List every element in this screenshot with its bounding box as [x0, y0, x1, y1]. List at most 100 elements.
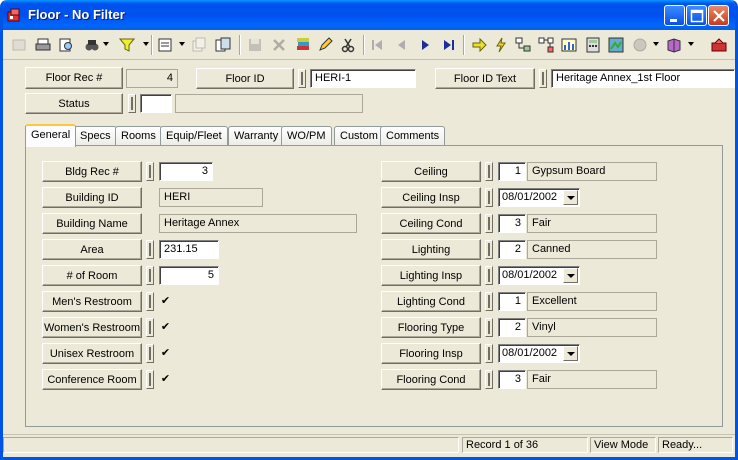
close-button[interactable]	[708, 5, 729, 26]
tab-general[interactable]: General	[25, 124, 77, 147]
field-grip[interactable]	[485, 370, 493, 389]
save-icon[interactable]	[245, 35, 265, 55]
lightning-icon[interactable]	[491, 35, 511, 55]
flooring-insp-button[interactable]: Flooring Insp	[381, 343, 481, 364]
area-button[interactable]: Area	[42, 239, 142, 260]
field-grip[interactable]	[485, 214, 493, 233]
lighting-code-field[interactable]: 2	[498, 240, 526, 259]
unisex-restroom-checkbox[interactable]: ✔	[159, 346, 172, 359]
lighting-cond-button[interactable]: Lighting Cond	[381, 291, 481, 312]
field-grip[interactable]	[539, 69, 547, 88]
lighting-button[interactable]: Lighting	[381, 239, 481, 260]
field-grip[interactable]	[298, 69, 306, 88]
area-field[interactable]: 231.15	[159, 240, 219, 259]
floor-id-text-field[interactable]: Heritage Annex_1st Floor	[551, 69, 735, 88]
tab-equip-fleet[interactable]: Equip/Fleet	[160, 126, 228, 146]
print-icon[interactable]	[33, 35, 53, 55]
floor-id-field[interactable]: HERI-1	[310, 69, 416, 88]
rooms-field[interactable]: 5	[159, 266, 219, 285]
arrow-right-icon[interactable]	[469, 35, 489, 55]
tab-warranty[interactable]: Warranty	[228, 126, 285, 146]
duplicate-icon[interactable]	[213, 35, 233, 55]
previous-record-icon[interactable]	[391, 35, 411, 55]
building-id-button[interactable]: Building ID	[42, 187, 142, 208]
title-bar[interactable]: Floor - No Filter	[3, 0, 735, 30]
flooring-insp-date[interactable]: 08/01/2002	[498, 344, 580, 363]
tab-custom[interactable]: Custom	[334, 126, 384, 146]
field-grip[interactable]	[485, 318, 493, 337]
chevron-down-icon[interactable]	[563, 190, 578, 205]
ceiling-code-field[interactable]: 1	[498, 162, 526, 181]
flooring-cond-button[interactable]: Flooring Cond	[381, 369, 481, 390]
ceiling-cond-button[interactable]: Ceiling Cond	[381, 213, 481, 234]
delete-icon[interactable]	[269, 35, 289, 55]
tab-rooms[interactable]: Rooms	[115, 126, 162, 146]
tree-view-icon[interactable]	[513, 35, 533, 55]
globe-icon[interactable]	[630, 35, 650, 55]
mens-restroom-button[interactable]: Men's Restroom	[42, 291, 142, 312]
conference-room-button[interactable]: Conference Room	[42, 369, 142, 390]
chevron-down-icon[interactable]	[653, 42, 659, 46]
womens-restroom-button[interactable]: Women's Restroom	[42, 317, 142, 338]
field-grip[interactable]	[485, 162, 493, 181]
bldg-rec-button[interactable]: Bldg Rec #	[42, 161, 142, 182]
floor-id-text-button[interactable]: Floor ID Text	[435, 68, 535, 89]
copy-record-icon[interactable]	[189, 35, 209, 55]
field-grip[interactable]	[146, 344, 154, 363]
chart-icon[interactable]	[559, 35, 579, 55]
flooring-cond-code-field[interactable]: 3	[498, 370, 526, 389]
filter-icon[interactable]	[117, 35, 137, 55]
womens-restroom-checkbox[interactable]: ✔	[159, 320, 172, 333]
unisex-restroom-button[interactable]: Unisex Restroom	[42, 343, 142, 364]
tab-specs[interactable]: Specs	[74, 126, 117, 146]
field-grip[interactable]	[128, 94, 136, 113]
chevron-down-icon[interactable]	[143, 42, 149, 46]
chevron-down-icon[interactable]	[563, 346, 578, 361]
binoculars-icon[interactable]	[82, 35, 102, 55]
bldg-rec-field[interactable]: 3	[159, 162, 213, 181]
building-name-button[interactable]: Building Name	[42, 213, 142, 234]
print-preview-icon[interactable]	[56, 35, 76, 55]
field-grip[interactable]	[146, 162, 154, 181]
ceiling-button[interactable]: Ceiling	[381, 161, 481, 182]
field-grip[interactable]	[485, 266, 493, 285]
status-button[interactable]: Status	[25, 93, 123, 114]
lighting-insp-date[interactable]: 08/01/2002	[498, 266, 580, 285]
floor-rec-button[interactable]: Floor Rec #	[25, 67, 123, 89]
books-icon[interactable]	[293, 35, 313, 55]
conference-room-checkbox[interactable]: ✔	[159, 372, 172, 385]
chevron-down-icon[interactable]	[563, 268, 578, 283]
next-record-icon[interactable]	[415, 35, 435, 55]
first-record-icon[interactable]	[367, 35, 387, 55]
pencil-icon[interactable]	[315, 35, 335, 55]
lighting-insp-button[interactable]: Lighting Insp	[381, 265, 481, 286]
field-grip[interactable]	[146, 240, 154, 259]
scissors-icon[interactable]	[338, 35, 358, 55]
maximize-button[interactable]	[686, 5, 707, 26]
field-grip[interactable]	[146, 292, 154, 311]
book-icon[interactable]	[664, 35, 684, 55]
new-record-icon[interactable]	[9, 35, 29, 55]
tab-comments[interactable]: Comments	[380, 126, 446, 146]
hierarchy-icon[interactable]	[536, 35, 556, 55]
chevron-down-icon[interactable]	[688, 42, 694, 46]
flooring-type-button[interactable]: Flooring Type	[381, 317, 481, 338]
field-grip[interactable]	[485, 344, 493, 363]
ceiling-insp-button[interactable]: Ceiling Insp	[381, 187, 481, 208]
lighting-cond-code-field[interactable]: 1	[498, 292, 526, 311]
floor-id-button[interactable]: Floor ID	[196, 68, 294, 89]
last-record-icon[interactable]	[439, 35, 459, 55]
flooring-type-code-field[interactable]: 2	[498, 318, 526, 337]
status-code-field[interactable]	[140, 94, 172, 113]
calculator-icon[interactable]	[583, 35, 603, 55]
chevron-down-icon[interactable]	[179, 42, 185, 46]
field-grip[interactable]	[146, 318, 154, 337]
mens-restroom-checkbox[interactable]: ✔	[159, 294, 172, 307]
tab-wo-pm[interactable]: WO/PM	[281, 126, 332, 146]
exit-icon[interactable]	[709, 35, 729, 55]
field-grip[interactable]	[485, 240, 493, 259]
field-grip[interactable]	[146, 266, 154, 285]
field-grip[interactable]	[485, 292, 493, 311]
field-grip[interactable]	[485, 188, 493, 207]
rooms-button[interactable]: # of Room	[42, 265, 142, 286]
